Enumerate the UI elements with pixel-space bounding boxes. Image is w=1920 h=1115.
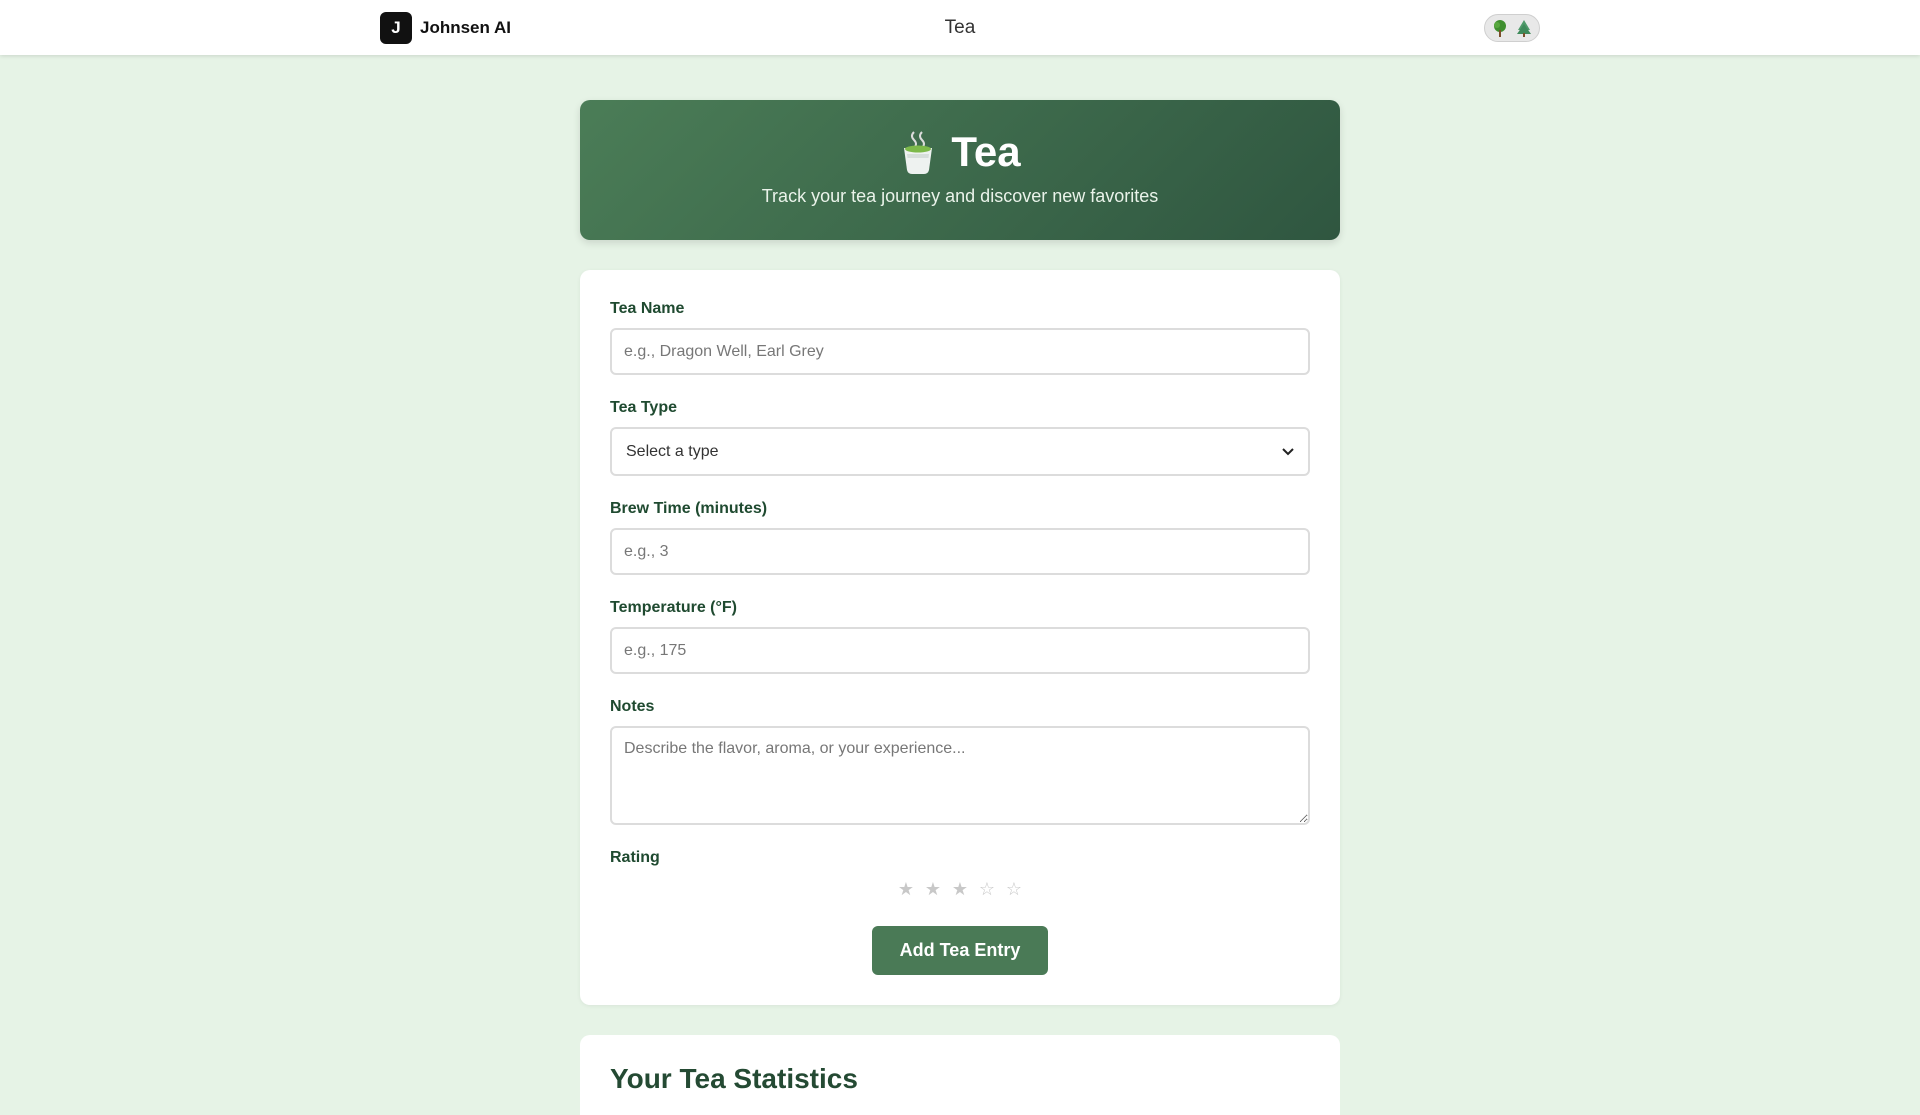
rating-star-3[interactable]: ★ — [947, 879, 974, 900]
temperature-input[interactable] — [610, 627, 1310, 674]
chevron-down-icon — [1282, 447, 1294, 455]
evergreen-tree-icon — [1516, 20, 1531, 37]
rating-star-2[interactable]: ★ — [920, 879, 947, 900]
rating-star-4[interactable]: ☆ — [974, 879, 1001, 900]
tea-cup-icon — [904, 131, 933, 174]
theme-toggle[interactable] — [1484, 14, 1540, 42]
hero-subtitle: Track your tea journey and discover new … — [761, 186, 1159, 206]
submit-wrapper: Add Tea Entry — [610, 926, 1310, 975]
tea-name-input[interactable] — [610, 328, 1310, 375]
notes-textarea[interactable] — [610, 726, 1310, 825]
stats-title: Your Tea Statistics — [610, 1063, 858, 1094]
hero-title-row: Tea — [580, 100, 1340, 176]
tea-type-label: Tea Type — [610, 399, 677, 416]
deciduous-tree-icon — [1494, 20, 1507, 37]
tea-entry-form: Tea Name Tea Type Select a type Brew Tim… — [580, 270, 1340, 1005]
main-container: Tea Track your tea journey and discover … — [580, 100, 1340, 1115]
brew-time-input[interactable] — [610, 528, 1310, 575]
hero-title: Tea — [951, 128, 1021, 175]
brew-time-label: Brew Time (minutes) — [610, 500, 768, 517]
tea-type-selected-value: Select a type — [626, 442, 719, 460]
rating-star-5[interactable]: ☆ — [1001, 879, 1028, 900]
rating-stars: ★ ★ ★ ☆ ☆ — [610, 879, 1310, 900]
notes-label: Notes — [610, 698, 655, 715]
tea-type-select[interactable]: Select a type — [610, 427, 1310, 476]
tea-name-label: Tea Name — [610, 300, 685, 317]
page-title: Tea — [944, 17, 976, 38]
rating-label: Rating — [610, 849, 660, 866]
hero-banner: Tea Track your tea journey and discover … — [580, 100, 1340, 240]
add-tea-entry-button[interactable]: Add Tea Entry — [872, 926, 1048, 975]
temperature-label: Temperature (°F) — [610, 599, 738, 616]
tea-statistics-card: Your Tea Statistics — [580, 1035, 1340, 1115]
top-navbar: J Johnsen AI Tea — [0, 0, 1920, 55]
rating-star-1[interactable]: ★ — [893, 879, 920, 900]
